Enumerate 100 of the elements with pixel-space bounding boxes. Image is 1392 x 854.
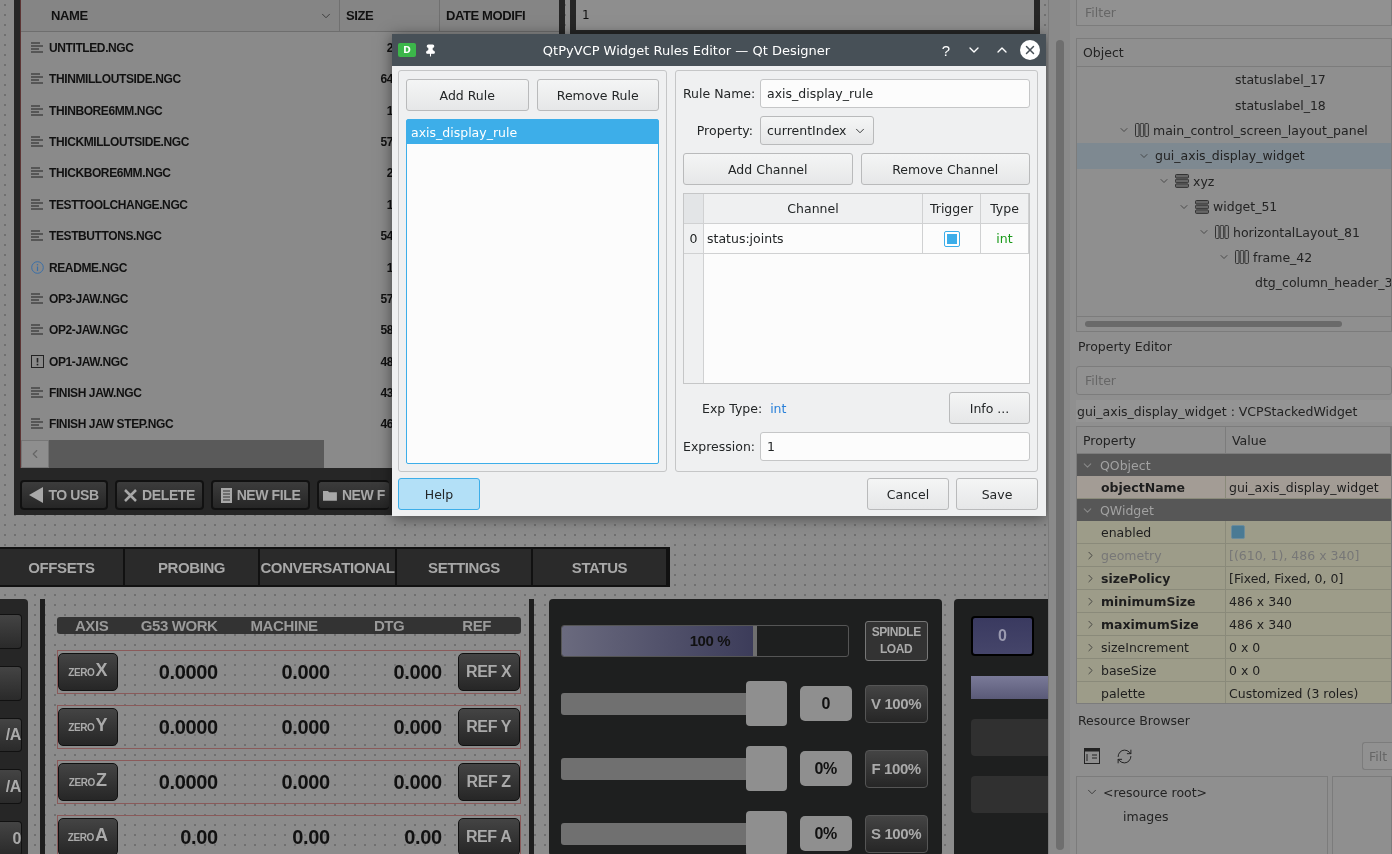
cancel-button[interactable]: Cancel xyxy=(867,478,949,510)
tree-item[interactable]: horizontalLayout_81 xyxy=(1077,219,1391,245)
override-reset-button[interactable]: V 100% xyxy=(864,684,928,723)
property-name[interactable]: minimumSize xyxy=(1077,590,1226,612)
tab[interactable]: STATUS xyxy=(533,549,668,585)
side-button[interactable] xyxy=(0,665,22,701)
resource-editor-icon[interactable] xyxy=(1084,748,1100,764)
property-name[interactable]: sizePolicy xyxy=(1077,567,1226,589)
rule-name-field[interactable]: axis_display_rule xyxy=(760,79,1030,108)
column-header[interactable]: DATE MODIFI xyxy=(439,0,559,32)
file-action-button[interactable]: DELETE xyxy=(115,480,204,510)
remove-channel-button[interactable]: Remove Channel xyxy=(860,153,1030,185)
property-dropdown[interactable]: currentIndex xyxy=(760,116,874,145)
tree-item[interactable]: <resource root> xyxy=(1077,780,1327,804)
pin-icon[interactable] xyxy=(424,43,437,57)
file-name[interactable]: OP3-JAW.NGC xyxy=(49,291,339,306)
property-name[interactable]: maximumSize xyxy=(1077,613,1226,635)
checkbox[interactable] xyxy=(1231,525,1245,539)
file-name[interactable]: OP1-JAW.NGC xyxy=(49,354,339,369)
property-name[interactable]: objectName xyxy=(1077,476,1226,498)
add-channel-button[interactable]: Add Channel xyxy=(683,153,853,185)
file-name[interactable]: UNTITLED.NGC xyxy=(49,41,339,56)
tree-item[interactable]: xyz xyxy=(1077,168,1391,194)
override-reset-button[interactable]: F 100% xyxy=(864,749,928,788)
override-value: 0% xyxy=(799,816,852,851)
tab[interactable]: CONVERSATIONAL xyxy=(260,549,397,585)
file-action-button[interactable]: TO USB xyxy=(20,480,108,510)
tree-item[interactable]: frame_42 xyxy=(1077,244,1391,271)
tree-item[interactable]: statuslabel_17 xyxy=(1077,67,1391,93)
table-cell[interactable]: status:joints xyxy=(704,224,923,254)
file-name[interactable]: TESTBUTTONS.NGC xyxy=(49,229,339,244)
column-header[interactable]: NAME xyxy=(21,0,339,32)
tree-item[interactable]: statuslabel_18 xyxy=(1077,92,1391,118)
ref-axis-button[interactable]: REF Y xyxy=(457,708,520,746)
property-value[interactable]: 486 x 340 xyxy=(1226,590,1391,612)
tree-item[interactable]: images xyxy=(1077,804,1327,828)
override-slider[interactable] xyxy=(560,746,787,791)
tree-item[interactable]: gui_axis_display_widget xyxy=(1077,143,1391,169)
property-value[interactable]: 0 x 0 xyxy=(1226,636,1391,658)
slider-thumb[interactable] xyxy=(745,746,787,791)
property-value[interactable]: 486 x 340 xyxy=(1226,613,1391,635)
reload-icon[interactable] xyxy=(1116,747,1133,765)
column-header[interactable]: SIZE xyxy=(339,0,439,32)
trigger-checkbox[interactable] xyxy=(943,230,960,247)
expression-field[interactable]: 1 xyxy=(760,432,1030,461)
zero-axis-button[interactable]: ZEROZ xyxy=(57,763,118,801)
zero-axis-button[interactable]: ZEROX xyxy=(57,653,118,691)
property-name[interactable]: palette xyxy=(1077,682,1226,703)
tree-item[interactable]: main_control_screen_layout_panel xyxy=(1077,117,1391,144)
file-name[interactable]: FINISH JAW.NGC xyxy=(49,386,339,400)
slider-thumb[interactable] xyxy=(745,811,787,854)
file-name[interactable]: README.NGC xyxy=(49,260,339,275)
scrollbar-handle[interactable] xyxy=(1085,321,1342,327)
remove-rule-button[interactable]: Remove Rule xyxy=(536,79,659,111)
increment-button[interactable]: 0 xyxy=(970,616,1034,656)
file-action-button[interactable]: NEW FILE xyxy=(211,480,310,510)
file-name[interactable]: THINBORE6MM.NGC xyxy=(49,103,339,118)
close-button[interactable] xyxy=(1020,40,1040,60)
file-action-button[interactable]: NEW F xyxy=(317,480,389,510)
file-name[interactable]: THICKMILLOUTSIDE.NGC xyxy=(49,135,339,150)
side-button[interactable] xyxy=(0,614,22,649)
add-rule-button[interactable]: Add Rule xyxy=(406,79,529,111)
vertical-scrollbar[interactable] xyxy=(1048,0,1070,854)
field-label: Exp Type: xyxy=(702,400,763,416)
property-group[interactable]: QObject xyxy=(1077,454,1391,476)
ref-axis-button[interactable]: REF X xyxy=(457,653,520,691)
spindle-load-button[interactable]: SPINDLE LOAD xyxy=(864,621,928,661)
property-name[interactable]: sizeIncrement xyxy=(1077,636,1226,658)
property-value[interactable]: gui_axis_display_widget xyxy=(1226,476,1391,498)
info-button[interactable]: Info ... xyxy=(949,392,1030,424)
property-name[interactable]: baseSize xyxy=(1077,659,1226,681)
property-group[interactable]: QWidget xyxy=(1077,499,1391,521)
property-value[interactable]: Customized (3 roles) xyxy=(1226,682,1391,703)
save-button[interactable]: Save xyxy=(956,478,1038,510)
tab[interactable]: PROBING xyxy=(125,549,260,585)
file-name[interactable]: OP2-JAW.NGC xyxy=(49,323,339,338)
zero-axis-button[interactable]: ZEROY xyxy=(57,708,118,746)
override-slider[interactable] xyxy=(560,811,787,854)
tree-item[interactable]: dtg_column_header_3 xyxy=(1077,270,1391,296)
property-value[interactable]: 0 x 0 xyxy=(1226,659,1391,681)
side-button[interactable]: /A xyxy=(0,717,22,753)
work-position: 0.00 xyxy=(179,825,219,849)
help-button[interactable]: Help xyxy=(398,478,480,510)
tab[interactable]: OFFSETS xyxy=(0,549,125,585)
tab[interactable]: SETTINGS xyxy=(397,549,533,585)
side-button[interactable]: /A xyxy=(0,769,22,805)
file-name[interactable]: TESTTOOLCHANGE.NGC xyxy=(49,197,339,212)
help-button[interactable]: ? xyxy=(936,40,956,60)
ref-axis-button[interactable]: REF Z xyxy=(457,763,520,801)
slider-thumb[interactable] xyxy=(745,681,787,726)
ref-axis-button[interactable]: REF A xyxy=(457,818,520,854)
side-button[interactable]: 0 xyxy=(0,821,22,854)
file-name[interactable]: FINISH JAW STEP.NGC xyxy=(49,417,339,432)
file-name[interactable]: THINMILLOUTSIDE.NGC xyxy=(49,72,339,87)
override-reset-button[interactable]: S 100% xyxy=(864,814,928,853)
tree-item[interactable]: widget_51 xyxy=(1077,193,1391,220)
override-slider[interactable] xyxy=(560,681,787,726)
property-value[interactable]: [Fixed, Fixed, 0, 0] xyxy=(1226,567,1391,589)
zero-axis-button[interactable]: ZEROA xyxy=(57,818,118,854)
file-name[interactable]: THICKBORE6MM.NGC xyxy=(49,166,339,181)
